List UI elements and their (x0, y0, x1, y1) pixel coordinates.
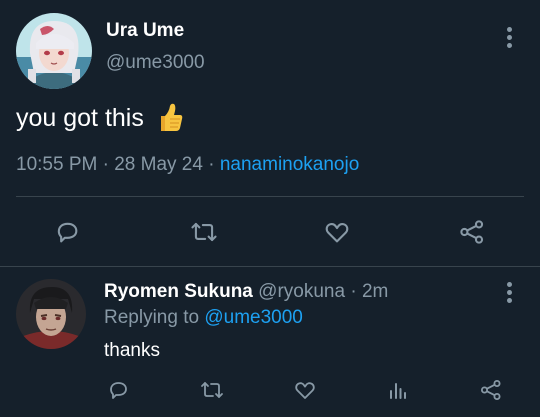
tweet-date: 28 May 24 (114, 154, 203, 175)
share-icon[interactable] (455, 216, 489, 248)
replying-to-label: Replying to (104, 307, 200, 328)
author-handle[interactable]: @ume3000 (106, 52, 205, 74)
divider (16, 196, 524, 197)
share-icon[interactable] (476, 376, 506, 404)
avatar-image (16, 279, 86, 349)
replying-to-handle[interactable]: @ume3000 (204, 307, 303, 328)
tweet-meta: 10:55 PM · 28 May 24 · nanaminokanojo (16, 154, 359, 176)
reply-author-handle[interactable]: @ryokuna (258, 281, 345, 302)
more-options-icon[interactable] (499, 278, 519, 306)
meta-separator: · (208, 154, 215, 175)
more-options-icon[interactable] (499, 23, 519, 51)
reply-author-name[interactable]: Ryomen Sukuna (104, 281, 253, 302)
comment-icon[interactable] (50, 216, 84, 248)
tweet-text-content: you got this (16, 103, 144, 132)
replying-to-line: Replying to @ume3000 (104, 307, 303, 329)
avatar-image (16, 13, 92, 89)
reply-text: thanks (104, 340, 160, 361)
retweet-icon[interactable] (186, 216, 222, 248)
thumbs-up-emoji-icon (160, 103, 183, 131)
meta-separator: · (102, 154, 109, 175)
like-icon[interactable] (290, 376, 320, 404)
author-name[interactable]: Ura Ume (106, 20, 184, 42)
author-avatar[interactable] (16, 13, 92, 89)
like-icon[interactable] (320, 216, 354, 248)
comment-icon[interactable] (103, 376, 133, 404)
reply-header: Ryomen Sukuna @ryokuna · 2m (104, 281, 388, 303)
reply-time-ago: 2m (361, 281, 389, 302)
meta-separator: · (350, 281, 357, 302)
tweet-source-link[interactable]: nanaminokanojo (220, 154, 359, 175)
retweet-icon[interactable] (196, 376, 228, 404)
tweet-text: you got this (16, 102, 184, 134)
reply-author-avatar[interactable] (16, 279, 86, 349)
divider (0, 266, 540, 267)
tweet-time: 10:55 PM (16, 154, 98, 175)
analytics-icon[interactable] (383, 376, 413, 404)
